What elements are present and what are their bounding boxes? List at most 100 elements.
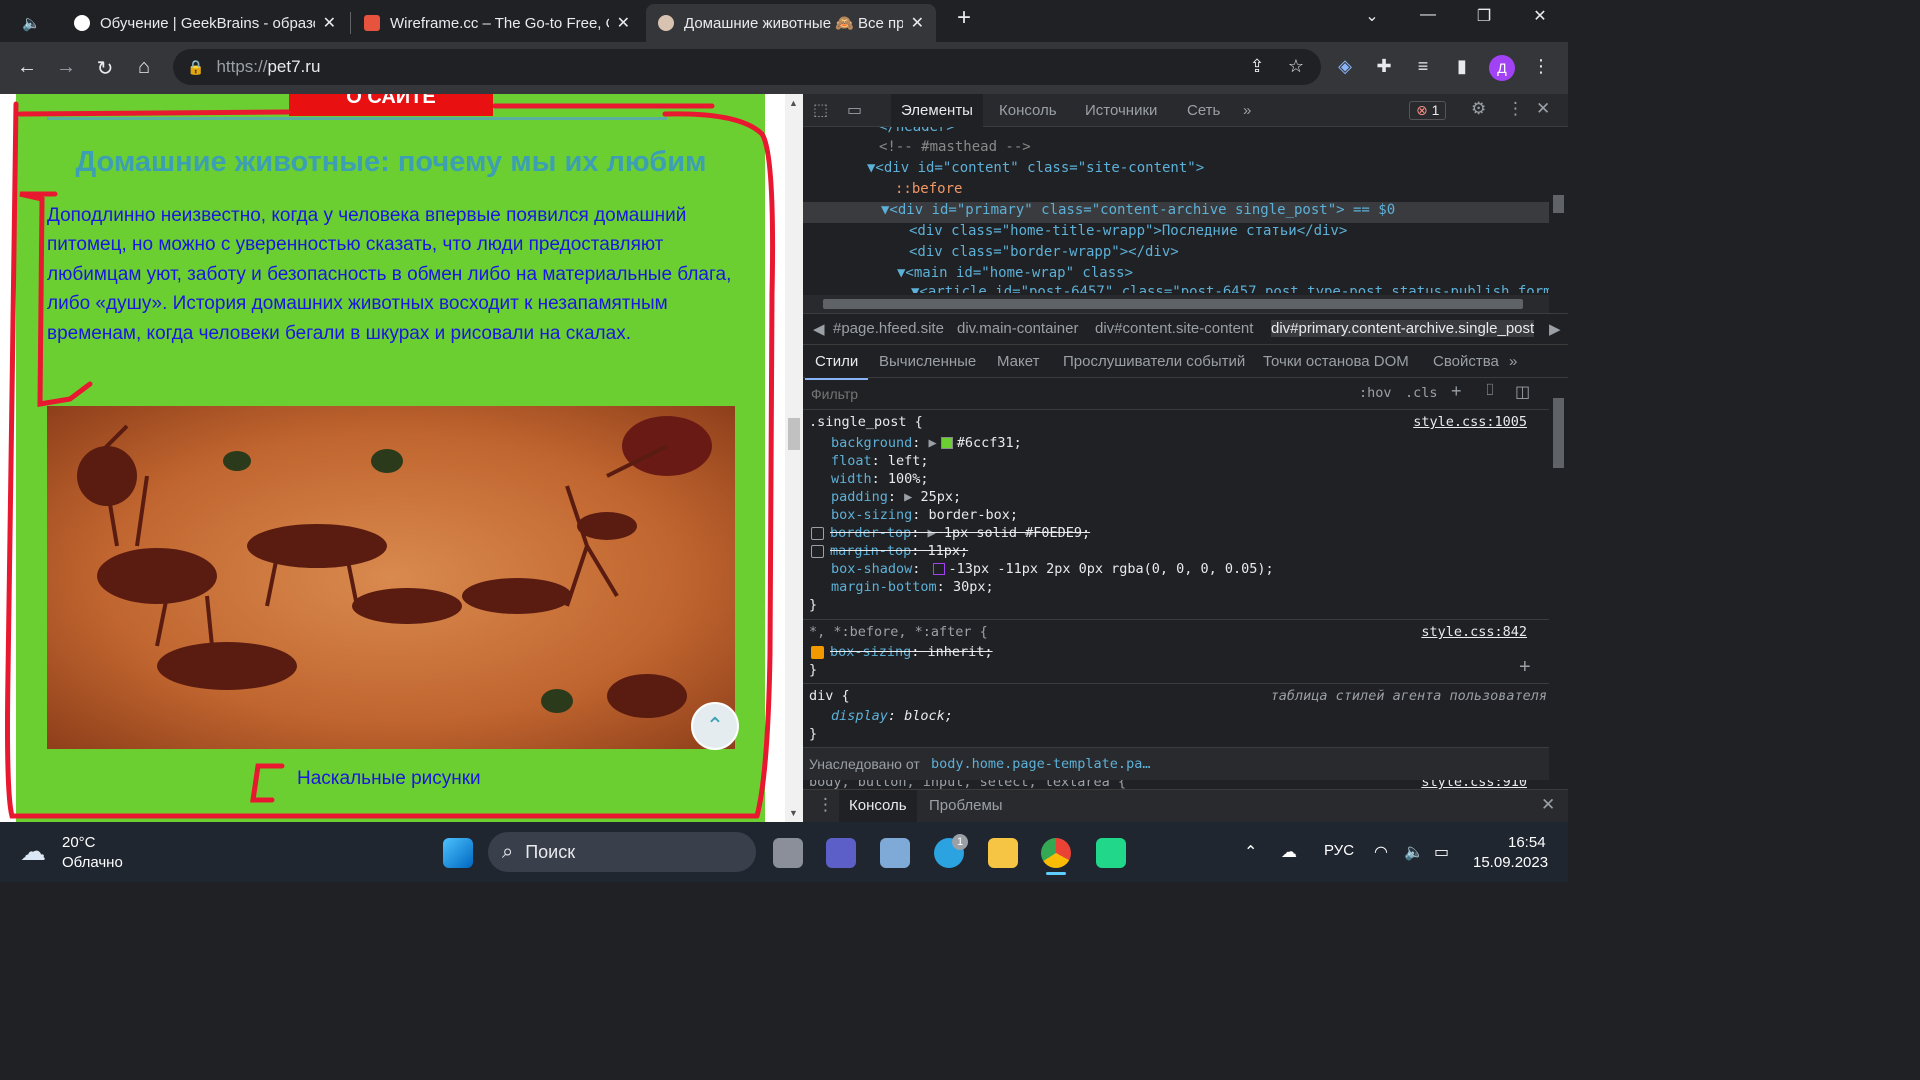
tab-console[interactable]: Консоль [989, 94, 1067, 127]
extension-icon[interactable]: ◈ [1332, 56, 1358, 77]
tray-overflow-icon[interactable]: ⌃ [1244, 842, 1257, 862]
error-counter[interactable]: ⊗ 1 [1409, 101, 1447, 120]
tab-sources[interactable]: Источники [1075, 94, 1167, 127]
address-bar[interactable]: 🔒 https://pet7.ru [173, 49, 1321, 85]
profile-avatar[interactable]: Д [1489, 55, 1515, 81]
computed-sidebar-icon[interactable]: ◫ [1515, 382, 1530, 402]
close-window-icon[interactable]: ✕ [1520, 6, 1560, 26]
css-prop-width[interactable]: width: 100%; [831, 471, 929, 487]
crumb-item[interactable]: #page.hfeed.site [833, 320, 944, 337]
restore-icon[interactable]: ❐ [1464, 6, 1504, 26]
forward-icon[interactable]: → [52, 56, 80, 79]
close-tab-icon[interactable]: ✕ [323, 13, 336, 33]
dom-line[interactable]: ▼<main id="home-wrap" class> [803, 265, 1551, 281]
crumb-item[interactable]: div#content.site-content [1095, 320, 1253, 337]
audio-tab[interactable]: 🔈 [14, 4, 54, 42]
side-panel-icon[interactable]: ▮ [1449, 56, 1475, 77]
home-icon[interactable]: ⌂ [130, 56, 158, 79]
tab-geekbrains[interactable]: Обучение | GeekBrains - образо ✕ [62, 4, 348, 42]
drawer-menu-icon[interactable]: ⋮ [817, 795, 834, 815]
crumb-left-arrow-icon[interactable]: ◀ [813, 320, 825, 338]
media-control-icon[interactable]: ≡ [1410, 56, 1436, 77]
property-checkbox[interactable] [811, 544, 824, 558]
dom-line[interactable]: <!-- #masthead --> [803, 139, 1551, 155]
app-icon[interactable] [880, 838, 910, 868]
color-swatch[interactable] [940, 437, 953, 449]
dom-line[interactable]: <div class="border-wrapp"></div> [803, 244, 1551, 260]
task-view-icon[interactable] [773, 838, 803, 868]
share-icon[interactable]: ⇪ [1244, 56, 1270, 77]
menu-kebab-icon[interactable]: ⋮ [1528, 56, 1554, 77]
tab-properties[interactable]: Свойства [1423, 345, 1509, 378]
rule-source-link[interactable]: style.css:842 [1421, 624, 1527, 640]
page-scrollbar[interactable]: ▲ ▼ [785, 94, 803, 822]
css-prop-background[interactable]: background: ▶ #6ccf31; [831, 435, 1022, 451]
tab-computed[interactable]: Вычисленные [869, 345, 986, 378]
inherited-from-link[interactable]: body.home.page-template.pa… [931, 756, 1150, 772]
styles-filter-input[interactable] [807, 382, 1343, 406]
back-icon[interactable]: ← [13, 56, 41, 79]
teams-icon[interactable] [826, 838, 856, 868]
cls-toggle[interactable]: .cls [1405, 385, 1438, 401]
wifi-icon[interactable]: ◠ [1374, 842, 1388, 862]
rule-source-link[interactable]: style.css:1005 [1413, 414, 1527, 430]
add-rule-icon[interactable]: + [1451, 381, 1462, 402]
settings-gear-icon[interactable]: ⚙ [1471, 99, 1486, 119]
minimize-icon[interactable]: — [1408, 6, 1448, 24]
dom-line[interactable]: <div class="home-title-wrapp">Последние … [803, 223, 1551, 239]
css-prop-margin-bottom[interactable]: margin-bottom: 30px; [831, 579, 994, 595]
new-tab-button[interactable]: + [944, 4, 984, 32]
css-prop-padding[interactable]: padding: ▶ 25px; [831, 489, 961, 505]
chrome-icon[interactable] [1041, 838, 1071, 868]
tab-layout[interactable]: Макет [987, 345, 1049, 378]
close-devtools-icon[interactable]: ✕ [1536, 99, 1550, 119]
rule-selector[interactable]: *, *:before, *:after { [809, 624, 988, 640]
css-prop-box-shadow[interactable]: box-shadow: -13px -11px 2px 0px rgba(0, … [831, 561, 1274, 577]
css-prop-margin-top[interactable]: margin-top: 11px; [811, 543, 968, 559]
drawer-tab-console[interactable]: Консоль [839, 790, 917, 822]
devtools-menu-icon[interactable]: ⋮ [1507, 99, 1524, 119]
clock-date[interactable]: 15.09.2023 [1473, 854, 1548, 871]
css-prop-box-sizing[interactable]: box-sizing: border-box; [831, 507, 1018, 523]
more-style-tabs-icon[interactable]: » [1499, 345, 1527, 378]
pycharm-icon[interactable] [1096, 838, 1126, 868]
crumb-item-active[interactable]: div#primary.content-archive.single_post [1271, 320, 1535, 337]
crumb-right-arrow-icon[interactable]: ▶ [1549, 320, 1561, 338]
dom-horizontal-scrollbar[interactable] [803, 295, 1549, 313]
scroll-to-top-button[interactable]: ⌃ [691, 702, 739, 750]
tab-styles[interactable]: Стили [805, 345, 869, 380]
shadow-editor-icon[interactable] [932, 563, 945, 575]
tab-search-icon[interactable]: ⌄ [1352, 6, 1392, 26]
tab-elements[interactable]: Элементы [891, 94, 983, 127]
dom-vertical-scrollbar[interactable] [1549, 127, 1568, 293]
weather-widget[interactable]: ☁ 20°C Облачно [20, 832, 150, 872]
bookmark-star-icon[interactable]: ☆ [1283, 56, 1309, 77]
battery-icon[interactable]: ▭ [1434, 842, 1449, 862]
dom-line[interactable]: ::before [803, 181, 1551, 197]
styles-scrollbar[interactable] [1549, 378, 1568, 778]
drawer-tab-issues[interactable]: Проблемы [919, 790, 1013, 822]
scroll-thumb[interactable] [788, 418, 800, 450]
volume-icon[interactable]: 🔈 [1404, 842, 1424, 862]
paint-brush-icon[interactable]: ⌷ [1485, 382, 1495, 400]
close-drawer-icon[interactable]: ✕ [1541, 795, 1555, 815]
inspect-element-icon[interactable]: ⬚ [813, 100, 828, 120]
close-tab-icon[interactable]: ✕ [617, 13, 630, 33]
onedrive-icon[interactable]: ☁ [1281, 842, 1297, 862]
puzzle-icon[interactable]: ✚ [1371, 56, 1397, 77]
about-site-button[interactable]: О САЙТЕ [289, 94, 493, 116]
clock-time[interactable]: 16:54 [1508, 834, 1546, 851]
css-prop-float[interactable]: float: left; [831, 453, 929, 469]
hov-toggle[interactable]: :hov [1359, 385, 1392, 401]
dom-line-selected[interactable]: ▼<div id="primary" class="content-archiv… [803, 202, 1551, 223]
taskbar-search[interactable]: ⌕ Поиск [488, 832, 756, 872]
property-checkbox-checked[interactable] [811, 645, 824, 659]
css-prop-border-top[interactable]: border-top: ▶ 1px solid #F0EDE9; [811, 525, 1090, 541]
dom-line[interactable]: ▼<div id="content" class="site-content"> [803, 160, 1551, 176]
property-checkbox[interactable] [811, 526, 824, 540]
dom-line[interactable]: ▼<article id="post-6457" class="post-645… [803, 284, 1551, 293]
reload-icon[interactable]: ↻ [91, 56, 119, 81]
language-indicator[interactable]: РУС [1324, 842, 1354, 859]
scroll-down-arrow-icon[interactable]: ▼ [789, 808, 798, 818]
css-prop-box-sizing-inherit[interactable]: box-sizing: inherit; [811, 644, 993, 660]
